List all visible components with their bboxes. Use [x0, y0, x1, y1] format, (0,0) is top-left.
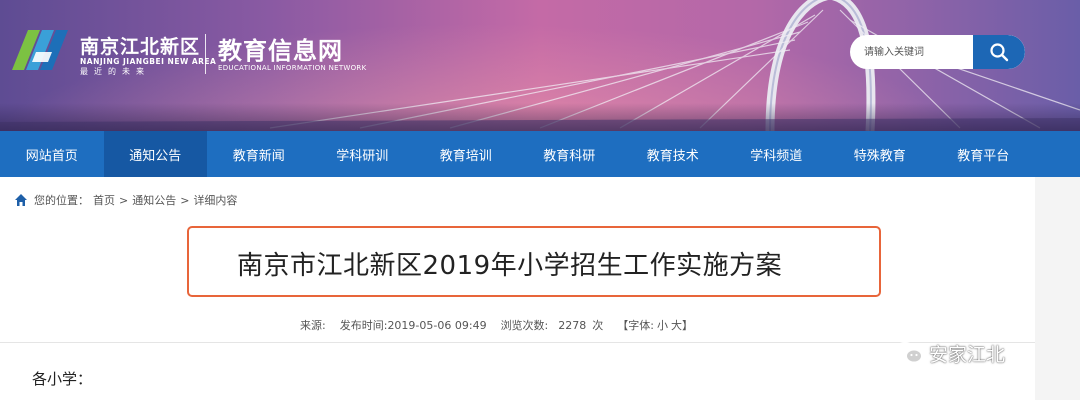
brand-divider [205, 34, 206, 74]
wechat-icon [894, 342, 923, 364]
meta-source: 来源: [300, 319, 326, 332]
meta-font-label: 【字体: [617, 319, 654, 332]
article-title: 南京市江北新区2019年小学招生工作实施方案 [237, 251, 783, 281]
nav-item-platform[interactable]: 教育平台 [932, 131, 1036, 177]
brand-slogan: 最近的未来 [80, 67, 150, 76]
nav-item-subject-channel[interactable]: 学科频道 [725, 131, 829, 177]
article-meta: 来源: 发布时间: 2019-05-06 09:49 浏览次数: 2278 次 … [300, 317, 693, 333]
meta-publish-time: 2019-05-06 09:49 [387, 318, 487, 332]
search-input[interactable] [864, 35, 969, 69]
nav-item-notices[interactable]: 通知公告 [103, 131, 207, 177]
nav-item-home[interactable]: 网站首页 [0, 131, 104, 177]
nav-item-research[interactable]: 教育科研 [518, 131, 622, 177]
brand-english-name: NANJING JIANGBEI NEW AREA [80, 57, 217, 66]
breadcrumb-current: 详细内容 [193, 194, 238, 207]
article-greeting: 各小学： [32, 370, 93, 388]
nav-item-subject-research[interactable]: 学科研训 [311, 131, 415, 177]
site-title: 教育信息网 [218, 37, 343, 65]
nav-item-special-education[interactable]: 特殊教育 [828, 131, 932, 177]
font-small-button[interactable]: 小 [657, 317, 668, 333]
nav-item-technology[interactable]: 教育技术 [621, 131, 725, 177]
nav-item-training[interactable]: 教育培训 [414, 131, 518, 177]
right-gutter [1035, 177, 1080, 400]
brand-name: 南京江北新区 [80, 36, 201, 58]
home-icon [14, 193, 28, 207]
meta-views-unit: 次 [592, 319, 604, 332]
search-button[interactable] [973, 35, 1025, 69]
wechat-watermark: 安家江北 [893, 340, 1005, 366]
content-divider [0, 342, 1035, 343]
nav-item-news[interactable]: 教育新闻 [207, 131, 311, 177]
site-subtitle: EDUCATIONAL INFORMATION NETWORK [218, 64, 367, 72]
article-title-highlight: 南京市江北新区2019年小学招生工作实施方案 [187, 226, 881, 297]
meta-publish-label: 发布时间: [339, 319, 388, 332]
breadcrumb-prefix: 您的位置： [34, 194, 89, 207]
search-icon [990, 43, 1009, 62]
meta-font-close: 】 [682, 319, 693, 332]
search-box [850, 35, 1025, 69]
jiangbei-logo [12, 30, 68, 70]
meta-views-count: 2278 [558, 318, 587, 332]
breadcrumb-separator: > [119, 193, 129, 207]
font-large-button[interactable]: 大 [671, 317, 682, 333]
breadcrumb: 您的位置： 首页 > 通知公告 > 详细内容 [14, 192, 241, 208]
breadcrumb-home[interactable]: 首页 [93, 192, 115, 208]
breadcrumb-separator: > [180, 193, 190, 207]
breadcrumb-notices[interactable]: 通知公告 [132, 192, 176, 208]
watermark-text: 安家江北 [929, 343, 1006, 366]
header-banner: 南京江北新区 NANJING JIANGBEI NEW AREA 最近的未来 教… [0, 0, 1080, 131]
main-nav: 网站首页 通知公告 教育新闻 学科研训 教育培训 教育科研 教育技术 学科频道 … [0, 131, 1080, 177]
banner-city [0, 103, 1080, 131]
meta-views-label: 浏览次数: [500, 319, 549, 332]
